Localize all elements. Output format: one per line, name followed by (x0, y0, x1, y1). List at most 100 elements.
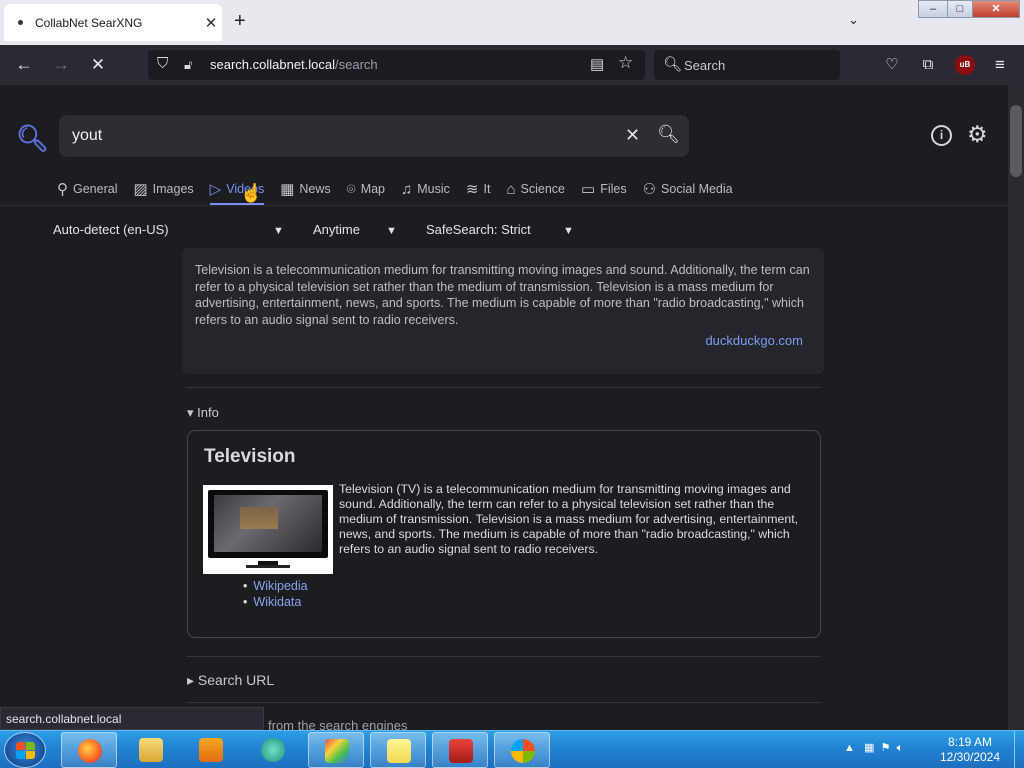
tab-files[interactable]: ▭ Files (581, 177, 627, 201)
search-input[interactable] (59, 115, 609, 157)
newspaper-icon: ▦ (280, 181, 295, 198)
tab-map[interactable]: ⌾ Map (347, 177, 385, 201)
taskbar-explorer[interactable] (123, 732, 179, 768)
volume-muted-icon[interactable]: 🔈︎ (897, 742, 904, 754)
category-tabs: ⚲ General ▨ Images ▷ Videos ▦ News ⌾ Map ♫ Mus… (57, 177, 749, 205)
browser-titlebar: CollabNet SearXNG ✕ + ⌄ – □ ✕ (0, 0, 1024, 45)
search-submit-icon[interactable]: 🔍︎ (657, 124, 680, 145)
scrollbar-thumb[interactable] (1010, 105, 1022, 177)
taskbar-toolbox[interactable] (432, 732, 488, 768)
tab-science[interactable]: ⌂ Science (506, 177, 565, 201)
search-icon: ⚲ (57, 181, 68, 198)
window-maximize-button[interactable]: □ (947, 0, 973, 18)
search-icon: 🔍︎ (663, 56, 683, 73)
tab-general[interactable]: ⚲ General (57, 177, 117, 201)
graduation-cap-icon: ⌂ (506, 180, 516, 198)
about-info-icon[interactable]: i (931, 125, 952, 146)
browser-navbar: ← → ✕ ⛉ 🔓︎ search.collabnet.local/search… (0, 45, 1024, 85)
category-label: Social Media (661, 182, 733, 196)
time-dropdown-arrow-icon[interactable]: ▼ (386, 225, 397, 237)
taskbar-firefox[interactable] (61, 732, 117, 768)
new-tab-button[interactable]: + (234, 10, 246, 33)
browser-search-placeholder: Search (684, 58, 726, 73)
answer-box: Television is a telecommunication medium… (182, 248, 824, 374)
address-url[interactable]: search.collabnet.local/search (210, 57, 378, 72)
category-label: Files (600, 182, 627, 196)
toolbox-icon (449, 739, 473, 763)
infobox-links: Wikipedia Wikidata (243, 579, 308, 611)
window-minimize-button[interactable]: – (918, 0, 948, 18)
tab-social-media[interactable]: ⚇ Social Media (643, 177, 733, 201)
system-tray: ▲ ▦ ⚑ 🔈︎ (844, 741, 903, 755)
action-center-flag-icon[interactable]: ⚑ (881, 742, 891, 754)
searxng-logo-icon[interactable]: 🔍︎ (16, 123, 49, 154)
infobox-toggle[interactable]: ▾ Info (187, 405, 219, 421)
network-icon[interactable]: ▦ (864, 742, 874, 754)
url-host: search.collabnet.local (210, 57, 336, 72)
tab-images[interactable]: ▨ Images (133, 177, 193, 201)
sticky-notes-icon (387, 739, 411, 763)
category-label: Music (417, 182, 450, 196)
ublock-origin-icon[interactable]: uB (955, 55, 975, 75)
window-close-button[interactable]: ✕ (972, 0, 1020, 18)
tab-news[interactable]: ▦ News (280, 177, 330, 201)
browser-tab[interactable]: CollabNet SearXNG ✕ (4, 4, 222, 41)
app-icon (261, 738, 285, 762)
image-icon: ▨ (133, 181, 148, 198)
tab-music[interactable]: ♫ Music (401, 177, 450, 201)
show-desktop-button[interactable] (1014, 731, 1024, 768)
forward-icon[interactable]: → (49, 54, 73, 76)
answer-source-link[interactable]: duckduckgo.com (705, 333, 803, 348)
category-label: Science (520, 182, 565, 196)
mouse-pointer-icon: ☝ (240, 183, 263, 203)
browser-search-box[interactable]: 🔍︎ Search (654, 50, 840, 80)
divider (186, 702, 821, 703)
taskbar-sticky-notes[interactable] (370, 732, 426, 768)
play-icon: ▷ (209, 181, 222, 198)
taskbar-app[interactable] (245, 732, 301, 768)
tab-it[interactable]: ≋ It (466, 177, 491, 201)
clear-search-icon[interactable]: ✕ (625, 125, 640, 146)
language-dropdown-arrow-icon[interactable]: ▼ (273, 225, 284, 237)
extensions-icon[interactable]: ⧉ (916, 54, 940, 76)
safesearch-dropdown-arrow-icon[interactable]: ▼ (563, 225, 574, 237)
safesearch-select[interactable]: SafeSearch: Strict (426, 222, 531, 237)
address-bar[interactable]: ⛉ 🔓︎ search.collabnet.local/search ▤ ☆ (148, 50, 645, 80)
preferences-gear-icon[interactable]: ⚙ (967, 121, 988, 148)
category-label: General (73, 182, 118, 196)
show-hidden-icons-icon[interactable]: ▲ (844, 742, 855, 754)
windows-taskbar: ▲ ▦ ⚑ 🔈︎ 8:19 AM 12/30/2024 (0, 730, 1024, 768)
archive-icon: ▭ (581, 181, 596, 198)
taskbar-paint[interactable] (308, 732, 364, 768)
tv-illustration (208, 490, 328, 568)
search-url-toggle[interactable]: ▸ Search URL (187, 672, 274, 689)
start-button[interactable] (4, 732, 46, 768)
category-label: News (299, 182, 331, 196)
language-select[interactable]: Auto-detect (en-US) (53, 222, 169, 237)
clock-time: 8:19 AM (947, 735, 993, 749)
back-icon[interactable]: ← (12, 54, 36, 76)
windows-logo-icon (16, 742, 36, 759)
pocket-icon[interactable]: ♡ (880, 54, 904, 76)
time-range-select[interactable]: Anytime (313, 222, 360, 237)
taskbar-clock[interactable]: 8:19 AM 12/30/2024 (930, 735, 1010, 765)
tracking-protection-shield-icon[interactable]: ⛉ (157, 55, 168, 72)
reader-view-icon[interactable]: ▤ (590, 55, 604, 73)
divider (186, 656, 821, 657)
divider (186, 387, 821, 388)
bookmark-star-icon[interactable]: ☆ (618, 53, 633, 73)
taskbar-media-player[interactable] (183, 732, 239, 768)
url-path: /search (335, 57, 378, 72)
menu-hamburger-icon[interactable]: ≡ (988, 54, 1012, 76)
engines-note-text: from the search engines (268, 718, 408, 730)
people-icon: ⚇ (642, 181, 657, 198)
tab-close-icon[interactable]: ✕ (200, 14, 222, 32)
wikidata-link[interactable]: Wikidata (243, 595, 308, 611)
list-all-tabs-icon[interactable]: ⌄ (848, 12, 859, 28)
taskbar-windows-app[interactable] (494, 732, 550, 768)
wikipedia-link[interactable]: Wikipedia (243, 579, 307, 595)
site-lock-icon[interactable]: 🔓︎ (184, 57, 192, 73)
windows-orb-icon (511, 739, 535, 763)
stop-loading-icon[interactable]: ✕ (86, 54, 110, 76)
page-scrollbar[interactable] (1008, 85, 1024, 730)
